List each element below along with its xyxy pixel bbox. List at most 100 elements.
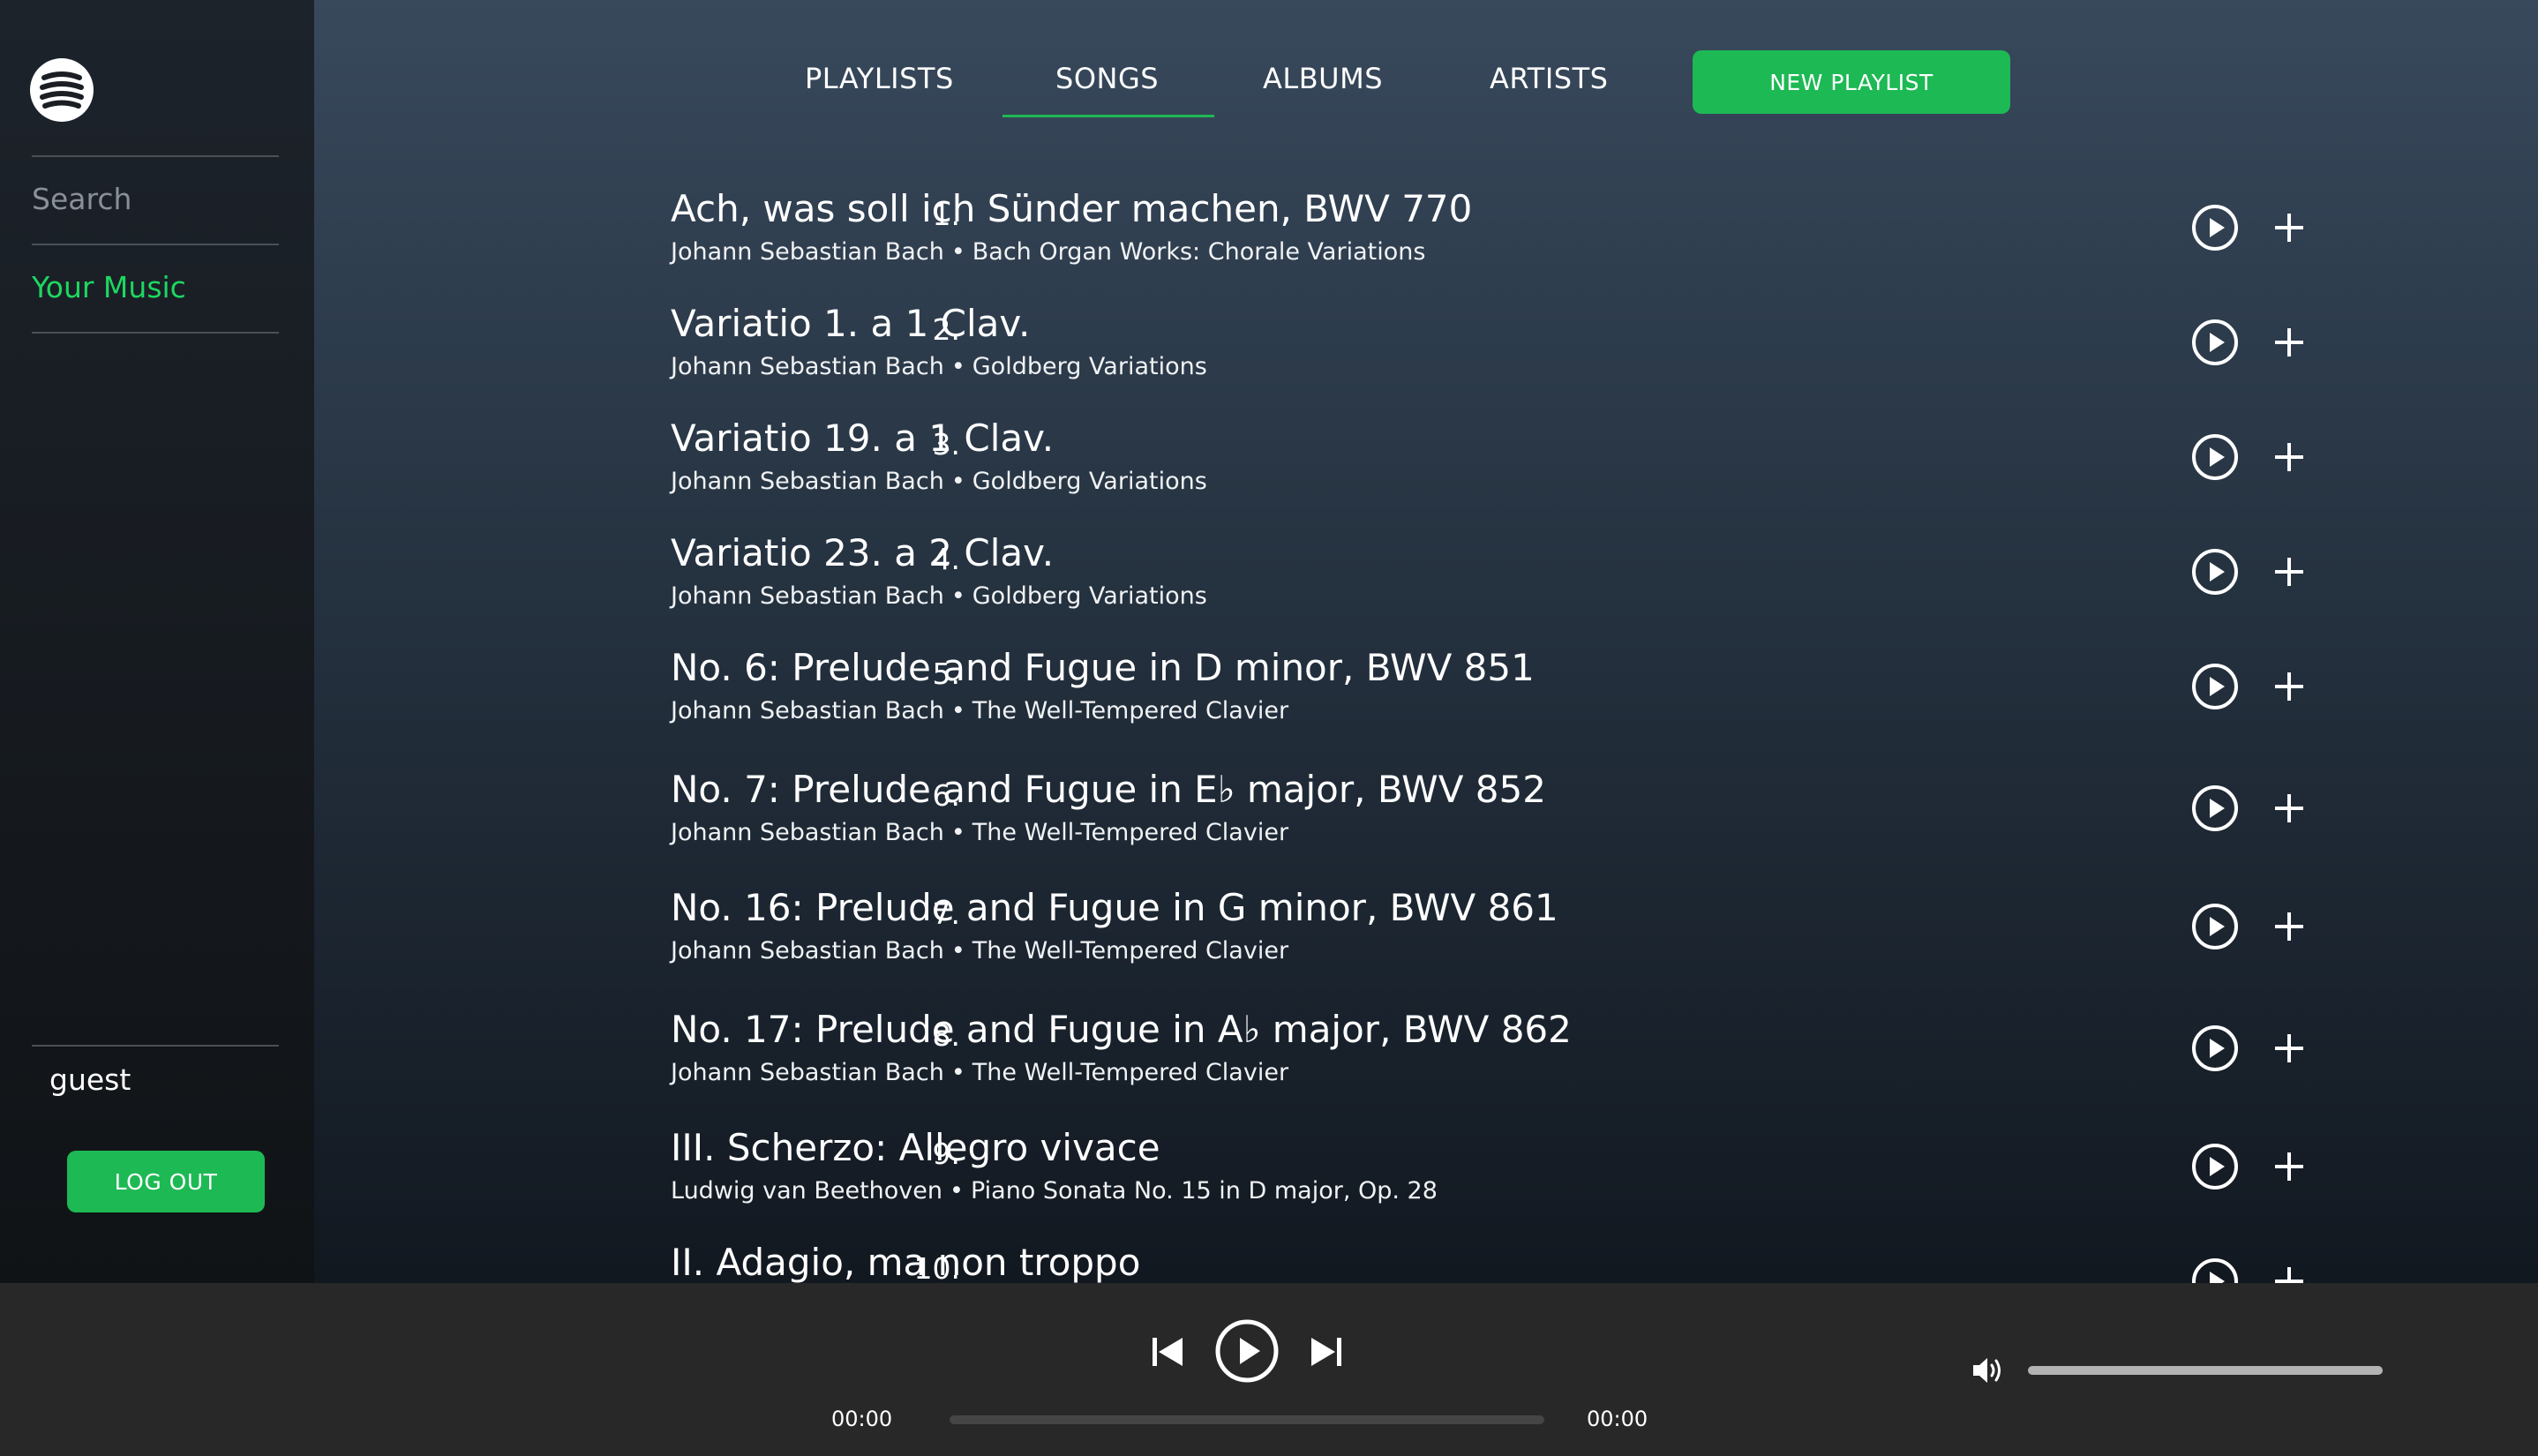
play-circle-icon[interactable] [2190,1142,2240,1191]
play-circle-icon[interactable] [2190,432,2240,482]
song-album[interactable]: Bach Organ Works: Chorale Variations [972,238,1426,266]
total-time: 00:00 [1587,1407,1648,1431]
plus-icon[interactable] [2264,784,2314,833]
logout-button[interactable]: LOG OUT [67,1151,265,1212]
song-artist[interactable]: Johann Sebastian Bach [671,1059,944,1086]
song-subtitle: Johann Sebastian Bach • Goldberg Variation… [671,582,1207,610]
play-circle-icon[interactable] [2190,784,2240,833]
play-circle-icon[interactable] [2190,547,2240,597]
separator-dot: • [950,582,965,610]
stack-logo-icon[interactable] [30,58,94,122]
sidebar-item-your-music[interactable]: Your Music [32,270,186,304]
song-title: No. 17: Prelude and Fugue in A♭ major, B… [671,1008,1572,1051]
song-album[interactable]: The Well-Tempered Clavier [972,697,1288,724]
progress-bar[interactable] [950,1415,1544,1424]
song-title: No. 6: Prelude and Fugue in D minor, BWV… [671,646,1535,689]
song-artist[interactable]: Johann Sebastian Bach [671,937,944,964]
song-title: No. 16: Prelude and Fugue in G minor, BW… [671,886,1558,929]
tab-albums[interactable]: ALBUMS [1263,62,1383,95]
separator-dot: • [950,937,965,964]
sidebar-item-search[interactable]: Search [32,182,131,216]
separator-dot: • [950,1177,964,1205]
plus-icon[interactable] [2264,662,2314,711]
song-row[interactable]: 10. II. Adagio, ma non troppo [314,1237,2538,1283]
separator-dot: • [950,819,965,846]
active-tab-indicator [1002,115,1214,117]
song-subtitle: Johann Sebastian Bach • Goldberg Variation… [671,353,1207,380]
song-subtitle: Johann Sebastian Bach • The Well-Tempered … [671,697,1288,724]
song-subtitle: Johann Sebastian Bach • Bach Organ Works: … [671,238,1425,266]
skip-previous-icon[interactable] [1147,1331,1190,1373]
song-row[interactable]: 2. Variatio 1. a 1 Clav. Johann Sebastian … [314,298,2538,413]
song-album[interactable]: Goldberg Variations [972,582,1207,610]
song-row[interactable]: 4. Variatio 23. a 2 Clav. Johann Sebastian… [314,528,2538,642]
sidebar-divider [32,155,279,157]
plus-icon[interactable] [2264,318,2314,367]
separator-dot: • [950,697,965,724]
song-album[interactable]: Piano Sonata No. 15 in D major, Op. 28 [971,1177,1438,1205]
plus-icon[interactable] [2264,1257,2314,1283]
play-circle-icon[interactable] [2190,203,2240,252]
song-subtitle: Johann Sebastian Bach • The Well-Tempered … [671,937,1288,964]
tab-artists[interactable]: ARTISTS [1490,62,1608,95]
sidebar-divider [32,244,279,245]
song-album[interactable]: Goldberg Variations [972,353,1207,380]
song-row[interactable]: 1. Ach, was soll ich Sünder machen, BWV 7… [314,184,2538,298]
song-row[interactable]: 7. No. 16: Prelude and Fugue in G minor, … [314,882,2538,997]
song-artist[interactable]: Johann Sebastian Bach [671,582,944,610]
separator-dot: • [950,238,965,266]
song-artist[interactable]: Johann Sebastian Bach [671,697,944,724]
separator-dot: • [950,468,965,495]
song-row[interactable]: 3. Variatio 19. a 1 Clav. Johann Sebastian… [314,413,2538,528]
play-circle-icon[interactable] [2190,1257,2240,1283]
play-circle-icon[interactable] [2190,318,2240,367]
song-album[interactable]: The Well-Tempered Clavier [972,937,1288,964]
play-circle-icon[interactable] [2190,662,2240,711]
new-playlist-button[interactable]: NEW PLAYLIST [1693,50,2010,114]
song-artist[interactable]: Johann Sebastian Bach [671,238,944,266]
separator-dot: • [950,353,965,380]
sidebar-divider [32,1045,279,1047]
song-album[interactable]: The Well-Tempered Clavier [972,1059,1288,1086]
volume-slider[interactable] [2028,1366,2383,1375]
username-label: guest [49,1062,131,1097]
skip-next-icon[interactable] [1304,1331,1347,1373]
play-circle-icon[interactable] [2190,1024,2240,1073]
song-row[interactable]: 6. No. 7: Prelude and Fugue in E♭ major, … [314,764,2538,879]
song-title: Variatio 1. a 1 Clav. [671,302,1031,345]
current-time: 00:00 [831,1407,893,1431]
play-circle-icon[interactable] [2190,902,2240,951]
separator-dot: • [950,1059,965,1086]
song-title: No. 7: Prelude and Fugue in E♭ major, BW… [671,768,1546,811]
plus-icon[interactable] [2264,902,2314,951]
sidebar: Search Your Music guest LOG OUT [0,0,314,1283]
song-row[interactable]: 5. No. 6: Prelude and Fugue in D minor, B… [314,642,2538,757]
volume-fill [2028,1366,2383,1375]
song-subtitle: Johann Sebastian Bach • Goldberg Variation… [671,468,1207,495]
song-album[interactable]: The Well-Tempered Clavier [972,819,1288,846]
song-title: Ach, was soll ich Sünder machen, BWV 770 [671,187,1473,230]
song-title: III. Scherzo: Allegro vivace [671,1126,1160,1169]
song-title: Variatio 19. a 1 Clav. [671,417,1055,460]
main-content: PLAYLISTS SONGS ALBUMS ARTISTS NEW PLAYL… [314,0,2538,1283]
song-artist[interactable]: Johann Sebastian Bach [671,468,944,495]
plus-icon[interactable] [2264,203,2314,252]
song-subtitle: Ludwig van Beethoven • Piano Sonata No. 15… [671,1177,1438,1205]
song-album[interactable]: Goldberg Variations [972,468,1207,495]
song-title: II. Adagio, ma non troppo [671,1241,1141,1283]
song-subtitle: Johann Sebastian Bach • The Well-Tempered … [671,819,1288,846]
volume-icon[interactable] [1971,1355,2005,1385]
play-circle-icon[interactable] [1214,1318,1280,1384]
tab-playlists[interactable]: PLAYLISTS [805,62,954,95]
song-title: Variatio 23. a 2 Clav. [671,531,1055,574]
song-artist[interactable]: Ludwig van Beethoven [671,1177,942,1205]
song-row[interactable]: 8. No. 17: Prelude and Fugue in A♭ major,… [314,1004,2538,1119]
song-row[interactable]: 9. III. Scherzo: Allegro vivace Ludwig van… [314,1122,2538,1237]
tab-songs[interactable]: SONGS [1055,62,1159,95]
song-artist[interactable]: Johann Sebastian Bach [671,353,944,380]
plus-icon[interactable] [2264,547,2314,597]
song-artist[interactable]: Johann Sebastian Bach [671,819,944,846]
plus-icon[interactable] [2264,1142,2314,1191]
plus-icon[interactable] [2264,1024,2314,1073]
plus-icon[interactable] [2264,432,2314,482]
